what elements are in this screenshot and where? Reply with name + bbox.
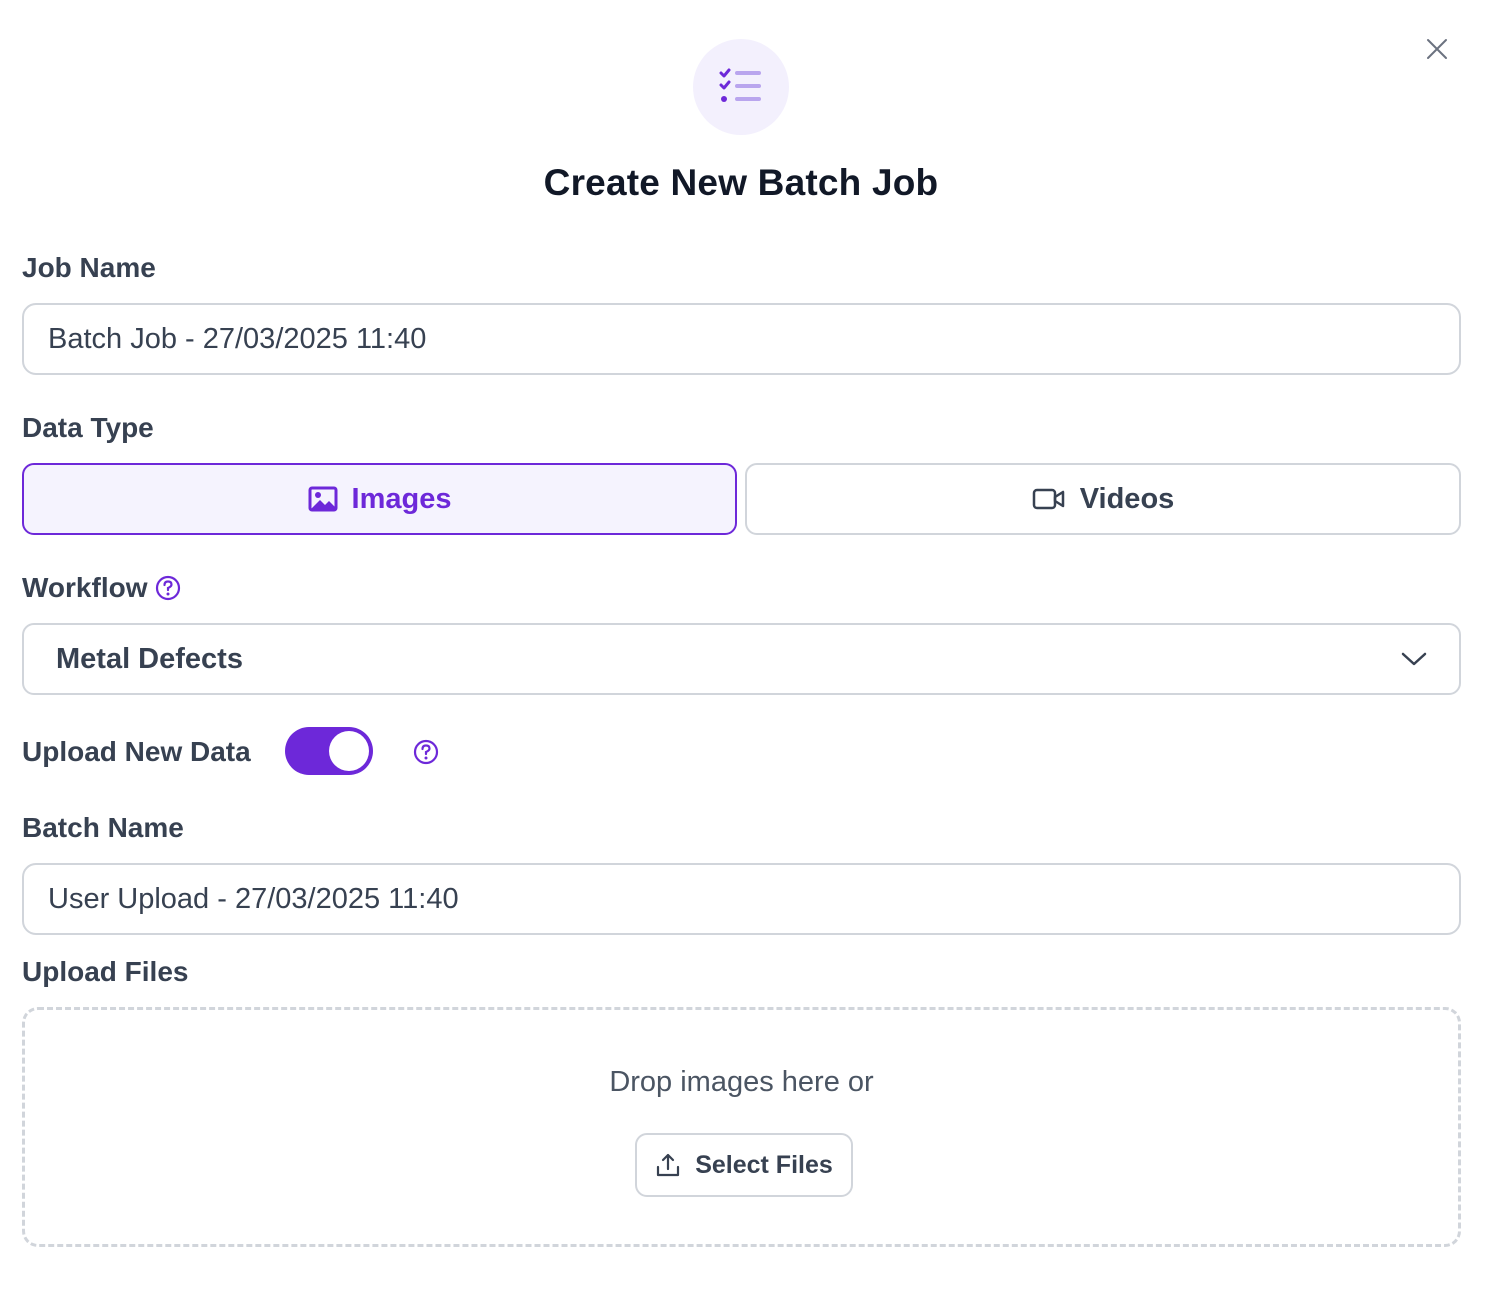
help-icon[interactable]: [155, 575, 181, 601]
videos-label: Videos: [1079, 482, 1175, 515]
close-button[interactable]: [1422, 34, 1452, 64]
video-icon: [1032, 488, 1064, 510]
drop-text: Drop images here or: [609, 1066, 874, 1098]
batch-name-label: Batch Name: [22, 812, 184, 843]
data-type-videos-button[interactable]: Videos: [745, 463, 1461, 535]
workflow-selected-value: Metal Defects: [56, 642, 243, 675]
file-dropzone[interactable]: Drop images here or Select Files: [22, 1007, 1461, 1247]
image-icon: [308, 486, 338, 512]
dialog-title: Create New Batch Job: [543, 162, 939, 203]
workflow-label-row: Workflow: [22, 572, 181, 604]
select-files-label: Select Files: [695, 1150, 833, 1179]
upload-new-data-toggle[interactable]: [285, 727, 373, 775]
job-name-label: Job Name: [22, 252, 156, 283]
header-icon-circle: [693, 39, 789, 135]
workflow-select[interactable]: Metal Defects: [22, 623, 1461, 695]
help-icon[interactable]: [413, 739, 439, 765]
upload-new-data-label: Upload New Data: [22, 736, 251, 767]
data-type-label: Data Type: [22, 412, 154, 443]
job-name-input[interactable]: Batch Job - 27/03/2025 11:40: [22, 303, 1461, 375]
checklist-icon: [719, 68, 761, 102]
select-files-button[interactable]: Select Files: [635, 1133, 853, 1197]
upload-icon: [657, 1153, 680, 1177]
workflow-label: Workflow: [22, 572, 148, 603]
batch-name-input[interactable]: User Upload - 27/03/2025 11:40: [22, 863, 1461, 935]
upload-files-label: Upload Files: [22, 956, 189, 987]
close-icon: [1427, 39, 1447, 59]
images-label: Images: [351, 482, 452, 515]
job-name-value: Batch Job - 27/03/2025 11:40: [48, 322, 427, 355]
chevron-down-icon: [1401, 652, 1427, 666]
toggle-knob: [329, 731, 369, 771]
data-type-images-button[interactable]: Images: [22, 463, 737, 535]
batch-name-value: User Upload - 27/03/2025 11:40: [48, 882, 459, 915]
